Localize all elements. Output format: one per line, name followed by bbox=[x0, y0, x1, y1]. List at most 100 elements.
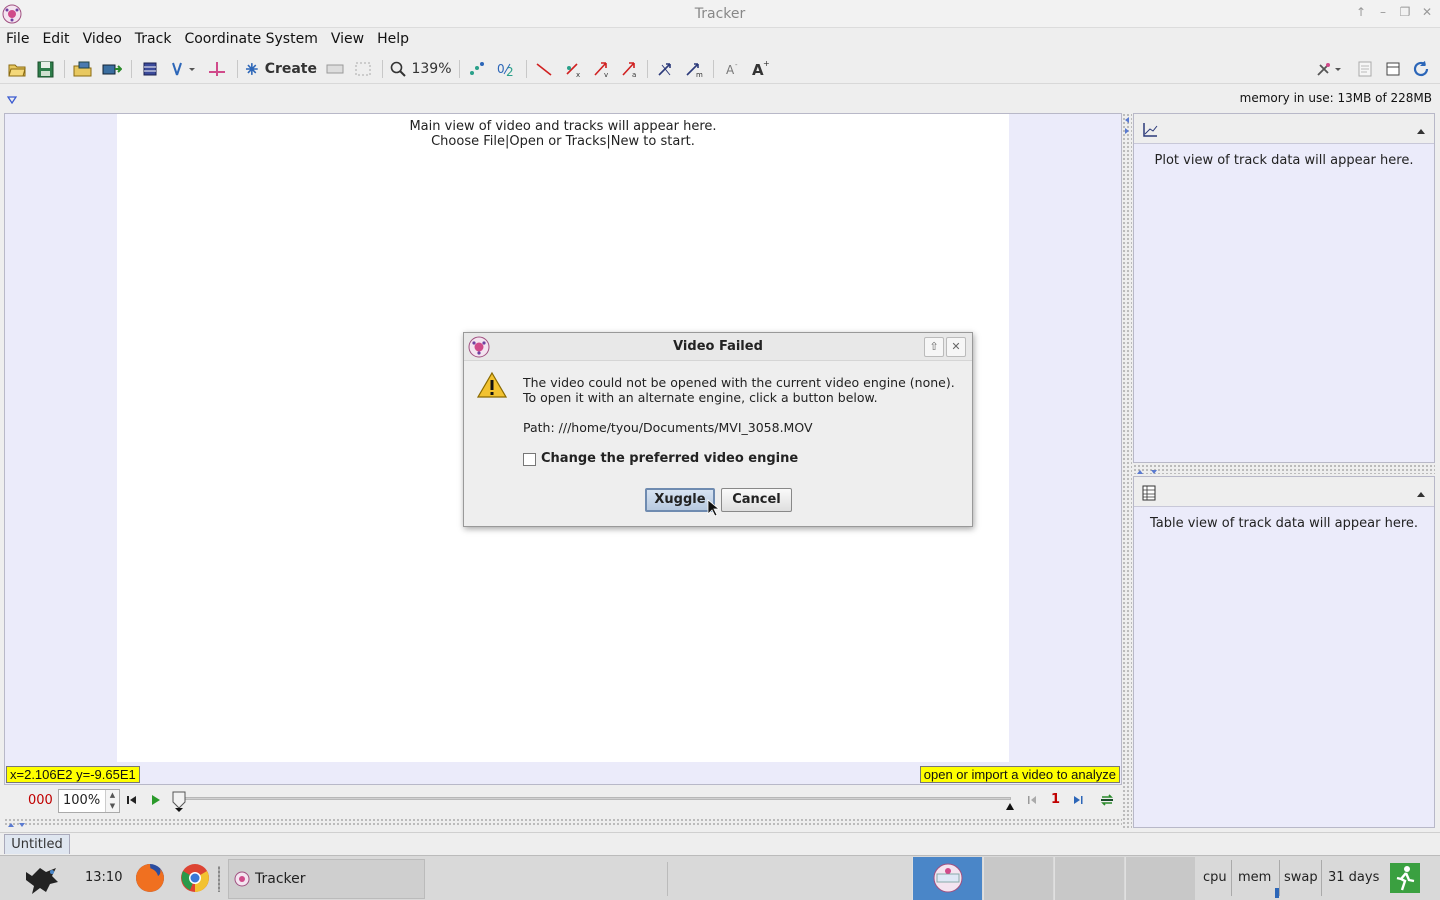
rate-spin-arrows-icon[interactable]: ▲ ▼ bbox=[105, 790, 119, 812]
open-video-icon[interactable] bbox=[72, 59, 94, 79]
video-hint: open or import a video to analyze bbox=[919, 766, 1120, 783]
loop-icon[interactable] bbox=[1100, 793, 1114, 811]
preferred-engine-label[interactable]: Change the preferred video engine bbox=[541, 451, 798, 466]
menu-edit[interactable]: Edit bbox=[42, 31, 69, 47]
clip-settings-icon[interactable] bbox=[139, 59, 161, 79]
uptime[interactable]: 31 days bbox=[1328, 870, 1379, 885]
table-panel-message: Table view of track data will appear her… bbox=[1149, 516, 1419, 531]
plot-axes-icon[interactable] bbox=[1142, 122, 1158, 142]
swap-monitor[interactable]: swap bbox=[1284, 870, 1318, 885]
menu-help[interactable]: Help bbox=[377, 31, 409, 47]
dialog-title-bar[interactable]: Video Failed ⇧ ✕ bbox=[464, 333, 972, 361]
logout-icon[interactable] bbox=[1389, 862, 1421, 898]
minimize-icon[interactable]: – bbox=[1376, 5, 1390, 19]
save-icon[interactable] bbox=[35, 59, 55, 79]
horizontal-splitter[interactable] bbox=[1133, 464, 1435, 474]
settings-tools-icon[interactable] bbox=[1314, 59, 1344, 79]
vertical-splitter[interactable] bbox=[1122, 113, 1132, 828]
cpu-monitor[interactable]: cpu bbox=[1203, 870, 1227, 885]
momentum-icon[interactable]: m bbox=[683, 59, 705, 79]
workspace-1[interactable] bbox=[912, 857, 982, 900]
table-panel-header bbox=[1134, 477, 1434, 507]
zoom-button[interactable]: 139% bbox=[390, 59, 452, 79]
menu-track[interactable]: Track bbox=[135, 31, 172, 47]
dialog-message-2: To open it with an alternate engine, cli… bbox=[523, 390, 878, 405]
rewind-icon[interactable] bbox=[126, 794, 138, 810]
dialog-close-icon[interactable]: ✕ bbox=[946, 337, 966, 357]
mem-monitor[interactable]: mem bbox=[1238, 870, 1271, 885]
tab-untitled[interactable]: Untitled bbox=[4, 834, 70, 854]
velocity-icon[interactable]: x bbox=[562, 59, 584, 79]
clock[interactable]: 13:10 bbox=[85, 870, 122, 885]
track-control-icon[interactable] bbox=[325, 59, 345, 79]
player-divider[interactable] bbox=[4, 818, 1122, 825]
step-back-icon[interactable] bbox=[1027, 794, 1039, 810]
collapse-arrows-icon[interactable] bbox=[6, 818, 28, 833]
restore-icon[interactable]: ❐ bbox=[1398, 5, 1412, 19]
move-up-icon[interactable]: ↑ bbox=[1354, 5, 1368, 19]
dialog-shade-icon[interactable]: ⇧ bbox=[924, 337, 944, 357]
firefox-icon[interactable] bbox=[134, 862, 166, 898]
menu-video[interactable]: Video bbox=[83, 31, 122, 47]
trails-icon[interactable] bbox=[466, 59, 488, 79]
xuggle-button[interactable]: Xuggle bbox=[645, 488, 715, 512]
workspace-4[interactable] bbox=[1125, 857, 1195, 900]
play-icon[interactable] bbox=[150, 794, 162, 810]
frame-slider-thumb[interactable] bbox=[171, 791, 187, 817]
mouse-cursor-icon bbox=[707, 499, 721, 521]
svg-text:A: A bbox=[726, 63, 735, 77]
main-view-message-2: Choose File|Open or Tracks|New to start. bbox=[431, 134, 695, 149]
autotracker-icon[interactable] bbox=[353, 59, 373, 79]
player-bar: 000 100% ▲ ▼ 1 bbox=[4, 786, 1122, 816]
taskbar-divider bbox=[667, 862, 668, 896]
acceleration-icon[interactable]: v bbox=[590, 59, 612, 79]
font-smaller-icon[interactable]: A- bbox=[721, 59, 743, 79]
font-larger-icon[interactable]: A + bbox=[749, 59, 771, 79]
dialog-message-1: The video could not be opened with the c… bbox=[523, 375, 955, 390]
plot-panel-header bbox=[1134, 114, 1434, 144]
position-icon[interactable] bbox=[533, 59, 555, 79]
import-icon[interactable] bbox=[101, 59, 123, 79]
workspace-3[interactable] bbox=[1054, 857, 1124, 900]
close-icon[interactable]: ✕ bbox=[1420, 5, 1434, 19]
svg-text:m: m bbox=[696, 71, 703, 78]
panel-layout-icon[interactable] bbox=[1383, 59, 1403, 79]
xmass-icon[interactable] bbox=[655, 59, 677, 79]
cancel-button[interactable]: Cancel bbox=[721, 488, 792, 512]
preferred-engine-checkbox[interactable] bbox=[523, 453, 536, 466]
axes-icon[interactable] bbox=[205, 59, 229, 79]
memory-status[interactable]: memory in use: 13MB of 228MB bbox=[1240, 91, 1432, 105]
taskbar: 13:10 Tracker cpu mem swap 31 days bbox=[0, 855, 1440, 900]
table-maximize-icon[interactable] bbox=[1416, 487, 1426, 502]
workspace-2[interactable] bbox=[983, 857, 1053, 900]
plot-panel[interactable]: Plot view of track data will appear here… bbox=[1133, 113, 1435, 463]
svg-text:0: 0 bbox=[497, 62, 505, 76]
open-folder-icon[interactable] bbox=[7, 59, 27, 79]
step-size[interactable]: 1 bbox=[1051, 792, 1060, 807]
refresh-icon[interactable] bbox=[1410, 59, 1432, 79]
menu-view[interactable]: View bbox=[331, 31, 364, 47]
frame-slider-track[interactable] bbox=[179, 797, 1011, 800]
start-menu-icon[interactable] bbox=[22, 862, 60, 900]
table-panel[interactable]: Table view of track data will appear her… bbox=[1133, 476, 1435, 828]
plot-maximize-icon[interactable] bbox=[1416, 124, 1426, 139]
frame-number: 000 bbox=[28, 793, 53, 808]
step-forward-icon[interactable] bbox=[1072, 794, 1084, 810]
notes-icon[interactable] bbox=[1355, 59, 1375, 79]
calibration-tools-icon[interactable] bbox=[168, 59, 198, 79]
plot-panel-message: Plot view of track data will appear here… bbox=[1154, 153, 1414, 168]
menu-coordinate-system[interactable]: Coordinate System bbox=[184, 31, 317, 47]
end-marker-icon[interactable] bbox=[1004, 800, 1016, 815]
menu-file[interactable]: File bbox=[6, 31, 29, 47]
table-icon[interactable] bbox=[1142, 485, 1156, 505]
playback-rate-spinner[interactable]: 100% ▲ ▼ bbox=[58, 789, 120, 813]
filter-triangle-icon[interactable] bbox=[6, 93, 18, 108]
splitter-arrows-icon[interactable] bbox=[1123, 115, 1131, 141]
force-icon[interactable]: a bbox=[618, 59, 640, 79]
labels-icon[interactable]: 02 bbox=[495, 59, 519, 79]
chrome-icon[interactable] bbox=[179, 862, 211, 898]
svg-text:+: + bbox=[763, 60, 769, 68]
create-button[interactable]: Create bbox=[245, 59, 317, 79]
taskbar-task-tracker[interactable]: Tracker bbox=[228, 859, 425, 899]
svg-text:a: a bbox=[632, 71, 636, 78]
